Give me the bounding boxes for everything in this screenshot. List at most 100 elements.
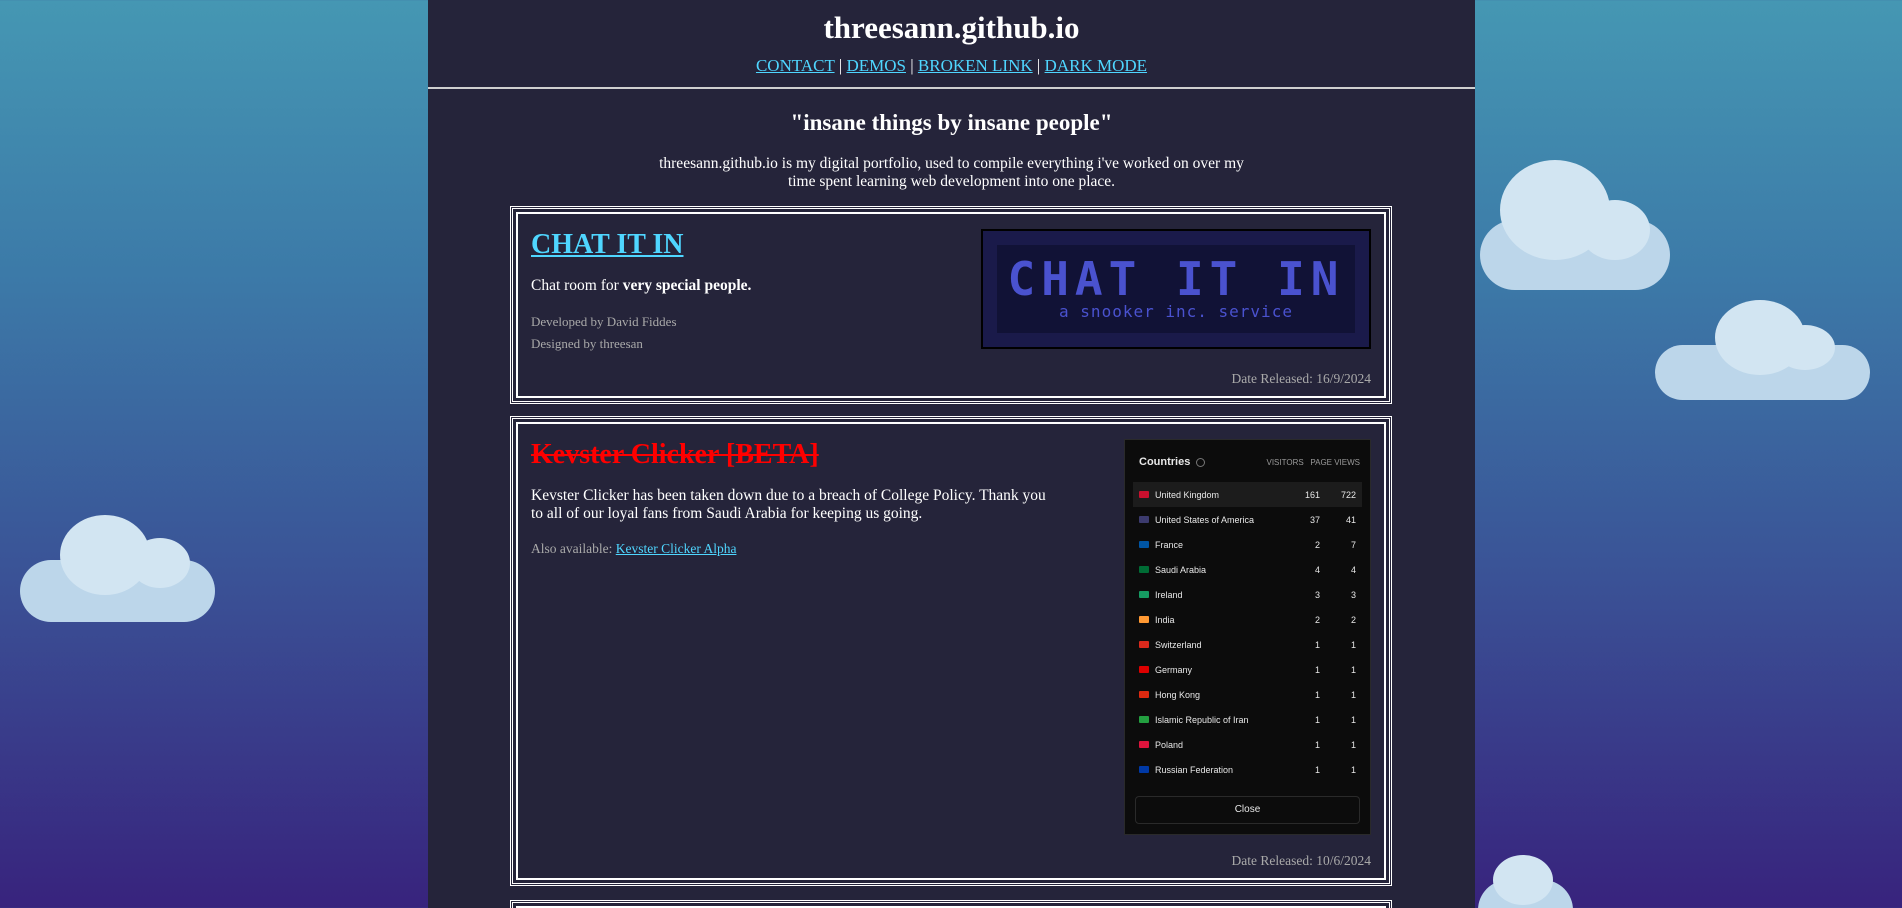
country-row: Poland 1 1 [1133, 732, 1362, 757]
panel-header: Countries VISITORS PAGE VIEWS [1125, 440, 1370, 482]
cloud-decoration [1478, 855, 1573, 908]
close-button: Close [1135, 796, 1360, 824]
country-name: Islamic Republic of Iran [1155, 714, 1249, 725]
also-available-label: Also available: [531, 541, 616, 556]
visitor-count: 1 [1314, 714, 1320, 725]
country-row: Ireland 3 3 [1133, 582, 1362, 607]
visitor-count: 1 [1314, 689, 1320, 700]
country-name: Russian Federation [1155, 764, 1234, 775]
project-card-kevster-clicker: Kevster Clicker [BETA] Kevster Clicker h… [510, 416, 1392, 886]
country-row: Islamic Republic of Iran 1 1 [1133, 707, 1362, 732]
flag-icon [1139, 716, 1149, 723]
flag-icon [1139, 691, 1149, 698]
pageview-count: 1 [1350, 764, 1356, 775]
column-headers: VISITORS PAGE VIEWS [1266, 458, 1360, 467]
flag-icon [1139, 591, 1149, 598]
country-name: Hong Kong [1155, 689, 1201, 700]
intro-text: threesann.github.io is my digital portfo… [659, 155, 1244, 190]
country-list: United Kingdom 161 722 United States of Ame… [1125, 482, 1370, 782]
flag-icon [1139, 516, 1149, 523]
flag-icon [1139, 641, 1149, 648]
project-card-chat-it-in: CHAT IT IN Chat room for very special pe… [510, 206, 1392, 404]
country-name: United States of America [1155, 514, 1255, 525]
flag-icon [1139, 666, 1149, 673]
country-name: France [1155, 539, 1184, 550]
pageviews-header: PAGE VIEWS [1310, 457, 1360, 467]
nav-contact-link[interactable]: CONTACT [756, 56, 835, 75]
country-name: Germany [1155, 664, 1193, 675]
country-name: Saudi Arabia [1155, 564, 1207, 575]
pageview-count: 722 [1340, 489, 1356, 500]
flag-icon [1139, 766, 1149, 773]
countries-stats-screenshot: Countries VISITORS PAGE VIEWS United Kin… [1124, 439, 1371, 835]
flag-icon [1139, 616, 1149, 623]
nav-separator: | [910, 56, 914, 75]
site-title: threesann.github.io [823, 10, 1080, 45]
pageview-count: 1 [1350, 714, 1356, 725]
country-row: Hong Kong 1 1 [1133, 682, 1362, 707]
pageview-count: 4 [1350, 564, 1356, 575]
cloud-decoration [1480, 160, 1670, 290]
visitor-count: 4 [1314, 564, 1320, 575]
visitors-header: VISITORS [1266, 457, 1304, 467]
pageview-count: 2 [1350, 614, 1356, 625]
nav-broken-link[interactable]: BROKEN LINK [918, 56, 1033, 75]
visitor-count: 2 [1314, 539, 1320, 550]
visitor-count: 1 [1314, 664, 1320, 675]
nav-bar: CONTACT | DEMOS | BROKEN LINK | DARK MOD… [428, 56, 1475, 76]
nav-separator: | [1036, 56, 1041, 75]
pageview-count: 7 [1350, 539, 1356, 550]
info-icon [1196, 457, 1206, 467]
country-row: Germany 1 1 [1133, 657, 1362, 682]
kevster-clicker-alpha-link[interactable]: Kevster Clicker Alpha [616, 541, 737, 556]
main-container: threesann.github.io CONTACT | DEMOS | BR… [428, 0, 1475, 908]
visitor-count: 1 [1314, 764, 1320, 775]
pageview-count: 3 [1350, 589, 1356, 600]
project-description: Kevster Clicker has been taken down due … [531, 487, 1046, 522]
release-date: Date Released: 16/9/2024 [1231, 371, 1371, 386]
description-bold: very special people. [622, 277, 752, 294]
visitor-count: 3 [1314, 589, 1320, 600]
pageview-count: 1 [1350, 739, 1356, 750]
country-name: Poland [1155, 739, 1184, 750]
project-description: Chat room for very special people. [531, 277, 1051, 295]
country-row: United Kingdom 161 722 [1133, 482, 1362, 507]
country-row: Switzerland 1 1 [1133, 632, 1362, 657]
country-row: India 2 2 [1133, 607, 1362, 632]
visitor-count: 2 [1314, 614, 1320, 625]
flag-icon [1139, 566, 1149, 573]
visitor-count: 37 [1309, 514, 1320, 525]
country-row: Russian Federation 1 1 [1133, 757, 1362, 782]
release-date: Date Released: 10/6/2024 [1231, 853, 1371, 868]
country-name: Ireland [1155, 589, 1183, 600]
cloud-decoration [1655, 300, 1870, 400]
panel-title: Countries [1139, 456, 1191, 468]
country-row: Saudi Arabia 4 4 [1133, 557, 1362, 582]
header-divider [428, 87, 1475, 89]
chat-it-in-link[interactable]: CHAT IT IN [531, 229, 684, 260]
visitor-count: 1 [1314, 639, 1320, 650]
flag-icon [1139, 741, 1149, 748]
nav-demos-link[interactable]: DEMOS [846, 56, 906, 75]
description-text: Chat room for [531, 277, 623, 294]
country-row: United States of America 37 41 [1133, 507, 1362, 532]
visitor-count: 161 [1304, 489, 1320, 500]
flag-icon [1139, 541, 1149, 548]
pageview-count: 1 [1350, 689, 1356, 700]
nav-separator: | [838, 56, 843, 75]
nav-dark-mode-link[interactable]: DARK MODE [1045, 56, 1147, 75]
country-name: India [1155, 614, 1175, 625]
banner-artwork: CHAT IT IN a snooker inc. service [997, 245, 1355, 333]
flag-icon [1139, 491, 1149, 498]
chat-it-in-banner-image[interactable]: CHAT IT IN a snooker inc. service [981, 229, 1371, 349]
tagline: "insane things by insane people" [790, 110, 1113, 135]
cloud-decoration [20, 515, 215, 622]
project-card-next [510, 900, 1392, 908]
banner-title: CHAT IT IN [1007, 252, 1345, 306]
country-name: United Kingdom [1155, 489, 1220, 500]
pageview-count: 1 [1350, 664, 1356, 675]
pageview-count: 1 [1350, 639, 1356, 650]
country-row: France 2 7 [1133, 532, 1362, 557]
pageview-count: 41 [1345, 514, 1356, 525]
country-name: Switzerland [1155, 639, 1202, 650]
